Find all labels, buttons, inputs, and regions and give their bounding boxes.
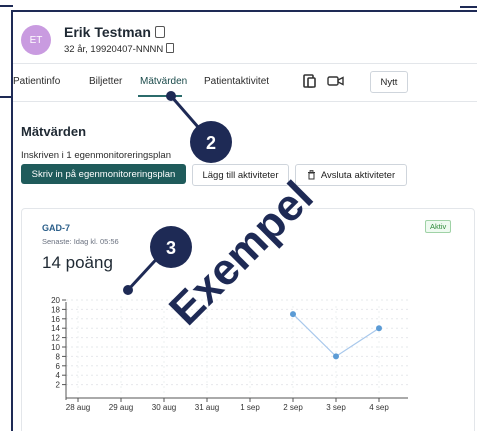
patient-details: 32 år, 19920407-NNNN xyxy=(64,44,164,55)
add-activities-label: Lägg till aktiviteter xyxy=(202,169,279,181)
card-value: 14 poäng xyxy=(42,253,113,272)
copy-icon[interactable] xyxy=(154,26,165,38)
status-badge: Aktiv xyxy=(425,220,452,233)
background-line xyxy=(0,5,13,7)
tab-matvarden[interactable]: Mätvärden xyxy=(140,76,187,87)
card-title: GAD-7 xyxy=(42,223,71,233)
divider xyxy=(13,63,477,64)
tab-biljetter[interactable]: Biljetter xyxy=(89,76,122,87)
patient-name-row: Erik Testman xyxy=(64,24,165,40)
trash-icon xyxy=(307,170,315,180)
end-activities-label: Avsluta aktiviteter xyxy=(320,169,396,181)
copy-icon[interactable] xyxy=(166,43,175,53)
avatar: ET xyxy=(21,25,51,55)
add-activities-button[interactable]: Lägg till aktiviteter xyxy=(192,164,289,186)
tab-patientaktivitet[interactable]: Patientaktivitet xyxy=(204,76,269,87)
section-title: Mätvärden xyxy=(21,124,87,139)
panel-border xyxy=(460,6,477,8)
tab-patientinfo[interactable]: Patientinfo xyxy=(13,76,60,87)
tab-bar: Patientinfo Biljetter Mätvärden Patienta… xyxy=(13,71,477,100)
enrolled-text: Inskriven i 1 egenmonitoreringsplan xyxy=(21,150,171,161)
enroll-button[interactable]: Skriv in på egenmonitoreringsplan xyxy=(21,164,186,184)
document-icon[interactable] xyxy=(301,74,319,88)
screenshot-frame: ET Erik Testman 32 år, 19920407-NNNN Pat… xyxy=(0,0,477,431)
patient-name: Erik Testman xyxy=(64,24,151,40)
patient-details-row: 32 år, 19920407-NNNN xyxy=(64,43,175,55)
active-tab-indicator xyxy=(138,95,182,97)
end-activities-button[interactable]: Avsluta aktiviteter xyxy=(295,164,407,186)
video-call-icon[interactable] xyxy=(327,74,345,88)
divider xyxy=(13,101,477,102)
avatar-initials: ET xyxy=(29,34,43,46)
new-button[interactable]: Nytt xyxy=(370,71,408,93)
card-subtitle: Senaste: Idag kl. 05:56 xyxy=(42,237,119,246)
